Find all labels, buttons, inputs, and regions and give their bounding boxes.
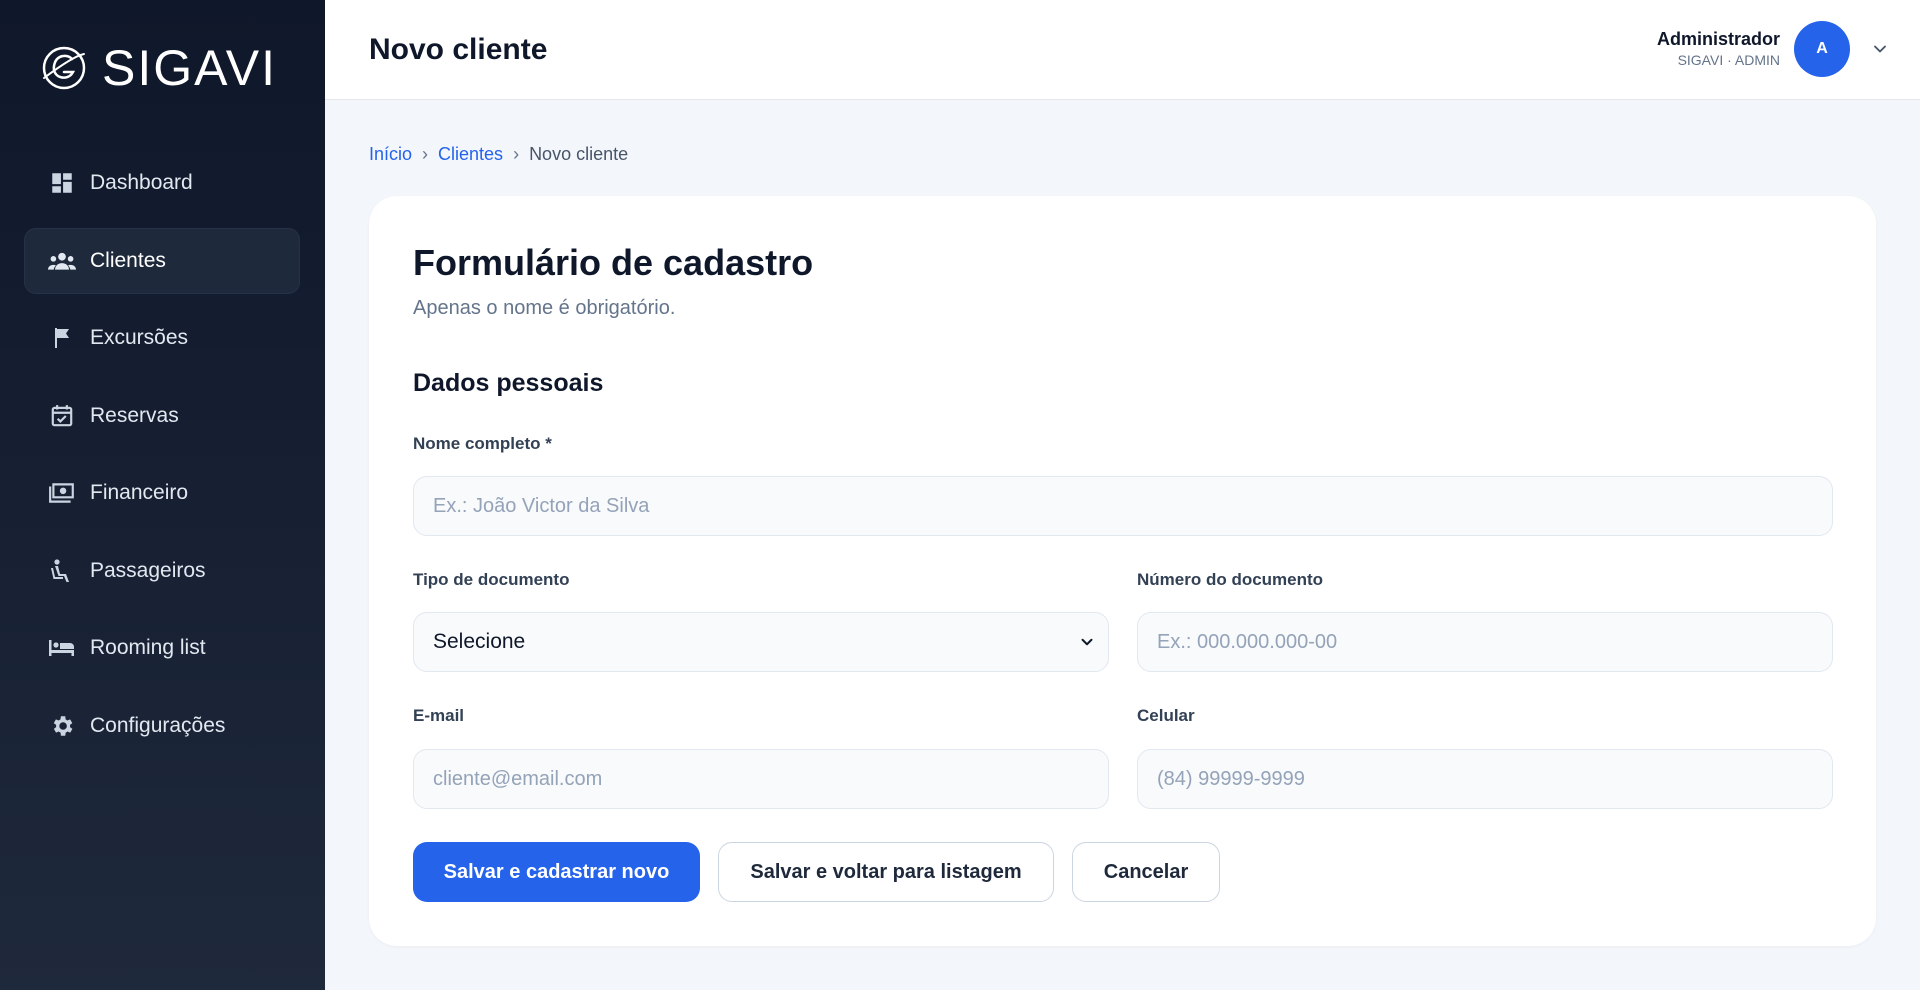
logo[interactable]: SIGAVI — [38, 42, 277, 94]
sidebar-item-dashboard[interactable]: Dashboard — [24, 150, 300, 216]
doc-type-select[interactable]: Selecione — [413, 612, 1109, 672]
email-label: E-mail — [413, 706, 465, 725]
save-new-button[interactable]: Salvar e cadastrar novo — [413, 842, 700, 902]
app-name: SIGAVI — [102, 40, 278, 96]
sidebar-item-label: Excursões — [90, 326, 189, 349]
doc-number-input[interactable] — [1137, 612, 1833, 672]
sidebar-item-configuracoes[interactable]: Configurações — [24, 693, 300, 759]
sidebar-item-clientes[interactable]: Clientes — [24, 227, 300, 294]
sidebar-item-excursoes[interactable]: Excursões — [24, 305, 300, 371]
breadcrumb-current: Novo cliente — [529, 144, 629, 164]
dashboard-icon — [48, 169, 76, 197]
chevron-down-icon[interactable] — [1868, 37, 1892, 61]
gear-icon — [48, 712, 76, 740]
sidebar-item-label: Rooming list — [90, 636, 206, 659]
sidebar-nav: Dashboard Clientes Excursões Reservas Fi… — [24, 150, 300, 770]
users-icon — [48, 247, 76, 275]
page-title: Novo cliente — [369, 33, 548, 66]
user-info: Administrador SIGAVI · ADMIN — [1656, 28, 1780, 69]
phone-label: Celular — [1137, 706, 1195, 725]
name-label: Nome completo * — [413, 434, 552, 453]
breadcrumb-home-link[interactable]: Início — [369, 144, 412, 165]
seat-icon — [48, 557, 76, 585]
section-title: Dados pessoais — [413, 369, 604, 397]
phone-field[interactable] — [1137, 749, 1833, 809]
money-icon — [48, 479, 76, 507]
bed-icon — [48, 634, 76, 662]
sidebar-item-label: Reservas — [90, 403, 179, 427]
avatar[interactable]: A — [1794, 21, 1850, 77]
sidebar: SIGAVI Dashboard Clientes Excursões Rese… — [0, 0, 325, 990]
cancel-button[interactable]: Cancelar — [1072, 842, 1220, 902]
sidebar-item-label: Financeiro — [90, 481, 189, 504]
flag-icon — [48, 324, 76, 352]
chevron-down-icon — [1081, 638, 1093, 646]
breadcrumb-separator: › — [422, 144, 429, 164]
form-subtitle: Apenas o nome é obrigatório. — [413, 297, 676, 319]
breadcrumb-clientes-link[interactable]: Clientes — [438, 144, 503, 165]
breadcrumb-separator: › — [513, 144, 520, 164]
topbar: Novo cliente Administrador SIGAVI · ADMI… — [325, 0, 1920, 100]
save-back-button[interactable]: Salvar e voltar para listagem — [718, 842, 1054, 902]
sidebar-item-financeiro[interactable]: Financeiro — [24, 460, 300, 526]
email-field[interactable] — [413, 749, 1109, 809]
doc-type-selected: Selecione — [433, 630, 526, 653]
calendar-check-icon — [48, 402, 76, 430]
logo-mark-icon — [42, 46, 86, 90]
form-card: Formulário de cadastro Apenas o nome é o… — [369, 196, 1876, 946]
form-title: Formulário de cadastro — [413, 242, 814, 283]
sidebar-item-label: Passageiros — [90, 558, 206, 582]
sidebar-item-rooming-list[interactable]: Rooming list — [24, 615, 300, 681]
sidebar-item-passageiros[interactable]: Passageiros — [24, 538, 300, 604]
sidebar-item-label: Configurações — [90, 713, 226, 737]
breadcrumb: Início › Clientes › Novo cliente — [369, 144, 628, 165]
doc-number-label: Número do documento — [1137, 570, 1324, 589]
sidebar-item-label: Dashboard — [90, 171, 193, 194]
user-role: SIGAVI · ADMIN — [1677, 52, 1780, 69]
user-name: Administrador — [1656, 28, 1780, 49]
doc-type-label: Tipo de documento — [413, 570, 570, 589]
name-input[interactable] — [413, 476, 1833, 536]
sidebar-item-reservas[interactable]: Reservas — [24, 383, 300, 449]
sidebar-item-label: Clientes — [90, 248, 166, 272]
user-menu[interactable]: Administrador SIGAVI · ADMIN A — [1657, 21, 1892, 77]
